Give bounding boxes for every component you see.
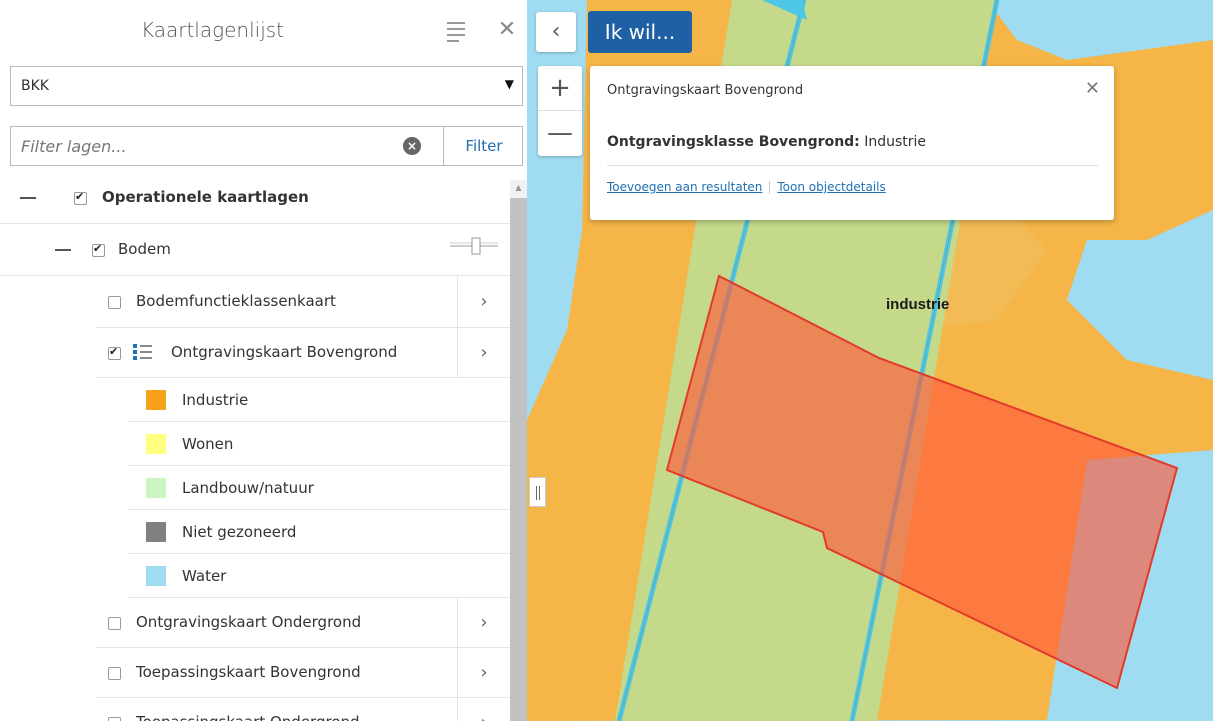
zoom-in-button[interactable]: + <box>538 66 582 111</box>
popup-divider <box>607 165 1098 166</box>
layer-label: Ontgravingskaart Ondergrond <box>136 613 362 631</box>
legend-swatch <box>146 522 166 542</box>
filter-row: × Filter <box>10 126 523 166</box>
close-icon[interactable]: ✕ <box>1085 78 1100 99</box>
layer-tree: Operationele kaartlagen Bodem Bodemfunct… <box>0 172 510 721</box>
scrollbar-thumb[interactable] <box>510 198 527 721</box>
layer-checkbox[interactable] <box>108 717 121 721</box>
legend-label: Industrie <box>182 391 249 409</box>
legend-label: Landbouw/natuur <box>182 479 314 497</box>
close-panel-icon[interactable]: ✕ <box>494 18 520 42</box>
subgroup-checkbox[interactable] <box>92 242 105 257</box>
filter-input[interactable] <box>11 127 441 165</box>
layer-label: Toepassingskaart Ondergrond <box>136 713 360 721</box>
layer-list-panel: Kaartlagenlijst ✕ BKK ▼ × Filter Operati… <box>0 0 527 721</box>
group-label: Operationele kaartlagen <box>102 188 309 206</box>
subgroup-label: Bodem <box>118 240 171 258</box>
legend-swatch <box>146 566 166 586</box>
clear-filter-icon[interactable]: × <box>403 137 421 155</box>
collapse-panel-button[interactable]: ‹ <box>536 12 576 52</box>
panel-splitter-handle[interactable] <box>529 477 546 507</box>
layer-row[interactable]: Ontgravingskaart Bovengrond › <box>96 328 510 378</box>
feature-popup: Ontgravingskaart Bovengrond ✕ Ontgraving… <box>590 66 1114 220</box>
filter-button[interactable]: Filter <box>443 127 524 165</box>
panel-title: Kaartlagenlijst <box>140 18 285 42</box>
menu-icon[interactable] <box>443 18 469 46</box>
map-select[interactable]: BKK ▼ <box>10 66 523 106</box>
layer-row[interactable]: Bodemfunctieklassenkaart › <box>96 276 510 328</box>
tree-subgroup-bodem[interactable]: Bodem <box>0 224 510 276</box>
legend-item: Industrie <box>128 378 510 422</box>
chevron-right-icon[interactable]: › <box>457 328 510 377</box>
chevron-down-icon: ▼ <box>504 77 514 91</box>
chevron-right-icon[interactable]: › <box>457 698 510 721</box>
popup-field-name: Ontgravingsklasse Bovengrond: <box>607 134 860 150</box>
legend-icon[interactable] <box>133 344 155 362</box>
chevron-right-icon[interactable]: › <box>457 598 510 647</box>
layer-checkbox[interactable] <box>108 617 121 630</box>
layer-label: Toepassingskaart Bovengrond <box>136 663 361 681</box>
layer-label: Bodemfunctieklassenkaart <box>136 292 336 310</box>
opacity-slider-icon[interactable] <box>450 237 498 255</box>
legend-swatch <box>146 434 166 454</box>
collapse-icon[interactable] <box>55 249 71 251</box>
legend-label: Wonen <box>182 435 234 453</box>
legend-item: Niet gezoneerd <box>128 510 510 554</box>
link-divider <box>769 181 771 194</box>
collapse-icon[interactable] <box>20 197 36 199</box>
group-checkbox[interactable] <box>74 190 87 205</box>
layer-row[interactable]: Toepassingskaart Bovengrond › <box>96 648 510 698</box>
ik-wil-button[interactable]: Ik wil... <box>588 11 692 53</box>
layer-checkbox[interactable] <box>108 667 121 680</box>
map-feature-label: industrie <box>886 296 950 313</box>
layer-row[interactable]: Ontgravingskaart Ondergrond › <box>96 598 510 648</box>
legend-item: Landbouw/natuur <box>128 466 510 510</box>
legend-swatch <box>146 478 166 498</box>
legend-label: Niet gezoneerd <box>182 523 297 541</box>
popup-title: Ontgravingskaart Bovengrond <box>607 83 804 98</box>
legend-item: Wonen <box>128 422 510 466</box>
popup-links: Toevoegen aan resultaten Toon objectdetai… <box>607 180 886 194</box>
tree-group-operationele[interactable]: Operationele kaartlagen <box>0 172 510 224</box>
layer-row[interactable]: Toepassingskaart Ondergrond › <box>96 698 510 721</box>
popup-field-value: Industrie <box>864 134 927 150</box>
layer-label: Ontgravingskaart Bovengrond <box>171 343 398 361</box>
layer-checkbox[interactable] <box>108 345 121 360</box>
add-to-results-link[interactable]: Toevoegen aan resultaten <box>607 180 762 194</box>
zoom-out-button[interactable]: — <box>538 111 582 155</box>
show-details-link[interactable]: Toon objectdetails <box>777 180 885 194</box>
zoom-control: + — <box>538 66 582 156</box>
legend-swatch <box>146 390 166 410</box>
popup-field: Ontgravingsklasse Bovengrond: Industrie <box>607 134 926 150</box>
map-select-value: BKK <box>21 78 49 94</box>
scroll-up-icon[interactable]: ▲ <box>510 180 527 196</box>
layer-checkbox[interactable] <box>108 296 121 309</box>
legend-label: Water <box>182 567 227 585</box>
panel-header: Kaartlagenlijst ✕ <box>0 0 527 62</box>
chevron-right-icon[interactable]: › <box>457 648 510 697</box>
legend-item: Water <box>128 554 510 598</box>
chevron-right-icon[interactable]: › <box>457 276 510 327</box>
